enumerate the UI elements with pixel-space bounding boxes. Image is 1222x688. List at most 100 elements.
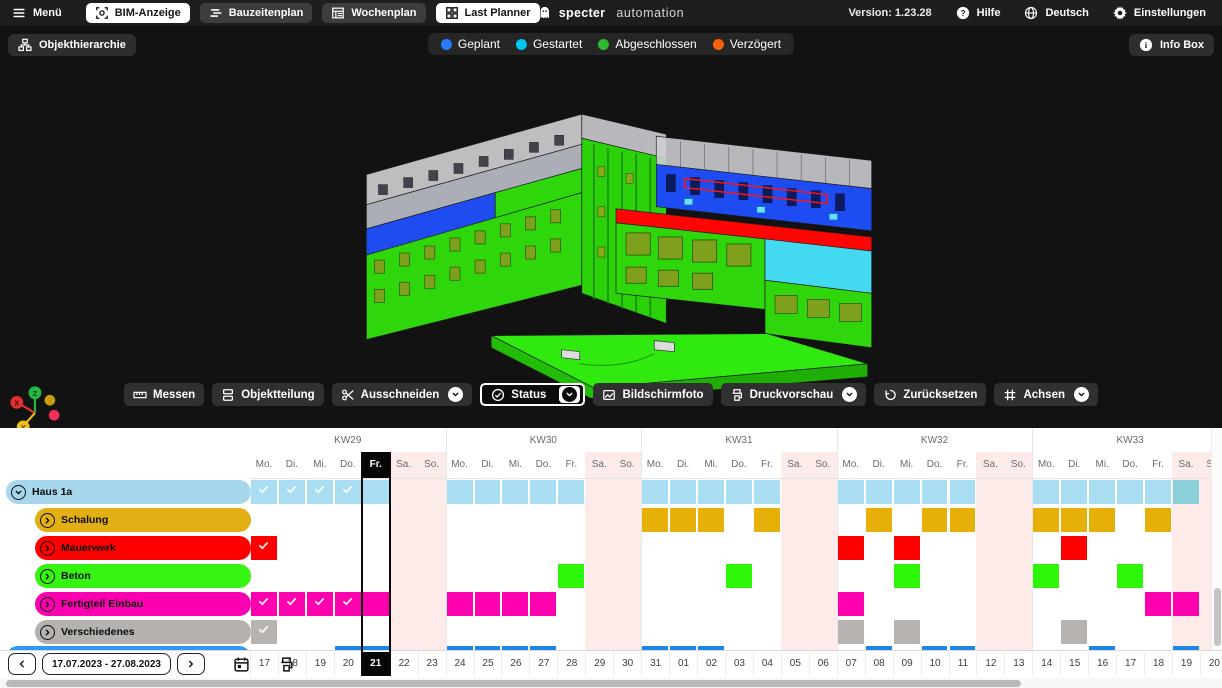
- task-row-pill-mauerwerk[interactable]: Mauerwerk: [35, 536, 251, 560]
- settings-button[interactable]: Einstellungen: [1113, 6, 1206, 20]
- gantt-cell[interactable]: [530, 480, 556, 504]
- axis-ball-z[interactable]: Z: [29, 386, 42, 399]
- gantt-cell[interactable]: [698, 508, 724, 532]
- gantt-cell[interactable]: [670, 480, 696, 504]
- gantt-cell[interactable]: [1145, 508, 1171, 532]
- gantt-cell[interactable]: [251, 480, 277, 504]
- dropdown-toggle[interactable]: [559, 386, 580, 403]
- chevron-right-icon[interactable]: [40, 625, 55, 640]
- chevron-right-icon[interactable]: [40, 541, 55, 556]
- date-range-display[interactable]: 17.07.2023 - 27.08.2023: [42, 653, 171, 675]
- task-row-pill-fertigteil-einbau[interactable]: Fertigteil Einbau: [35, 592, 251, 616]
- status-button[interactable]: Status: [480, 383, 585, 406]
- gantt-cell[interactable]: [838, 620, 864, 644]
- gantt-cell[interactable]: [363, 592, 389, 616]
- gantt-cell[interactable]: [307, 480, 333, 504]
- bim-viewer[interactable]: Objekthierarchie GeplantGestartetAbgesch…: [0, 26, 1222, 428]
- vertical-scrollbar-thumb[interactable]: [1214, 588, 1221, 646]
- task-row-pill-beton[interactable]: Beton: [35, 564, 251, 588]
- gantt-cell[interactable]: [642, 480, 668, 504]
- chevron-right-icon[interactable]: [40, 597, 55, 612]
- help-button[interactable]: ? Hilfe: [956, 6, 1001, 20]
- gantt-cell[interactable]: [475, 480, 501, 504]
- axis-ball-x[interactable]: X: [10, 396, 23, 409]
- gantt-cell[interactable]: [754, 508, 780, 532]
- gantt-cell[interactable]: [726, 564, 752, 588]
- zurucksetzen-button[interactable]: Zurücksetzen: [874, 383, 986, 406]
- building-model-canvas[interactable]: [352, 96, 876, 398]
- gantt-cell[interactable]: [894, 536, 920, 560]
- gantt-cell[interactable]: [838, 480, 864, 504]
- gantt-cell[interactable]: [866, 480, 892, 504]
- gantt-cell[interactable]: [1117, 564, 1143, 588]
- axis-ball-neg-y[interactable]: [45, 395, 56, 406]
- gantt-cell[interactable]: [950, 508, 976, 532]
- gantt-cell[interactable]: [502, 592, 528, 616]
- next-period-button[interactable]: [177, 653, 205, 675]
- chevron-right-icon[interactable]: [40, 513, 55, 528]
- gantt-cell[interactable]: [447, 480, 473, 504]
- objektteilung-button[interactable]: Objektteilung: [212, 383, 323, 406]
- gantt-cell[interactable]: [726, 480, 752, 504]
- gantt-cell[interactable]: [754, 480, 780, 504]
- gantt-cell[interactable]: [838, 536, 864, 560]
- gantt-cell[interactable]: [475, 592, 501, 616]
- messen-button[interactable]: Messen: [124, 383, 204, 406]
- ausschneiden-button[interactable]: Ausschneiden: [332, 383, 473, 406]
- gantt-cell[interactable]: [1173, 480, 1199, 504]
- gantt-cell[interactable]: [1061, 620, 1087, 644]
- gantt-cell[interactable]: [1061, 480, 1087, 504]
- gantt-cell[interactable]: [1089, 480, 1115, 504]
- task-row-pill-haus-1a[interactable]: Haus 1a: [6, 480, 251, 504]
- language-button[interactable]: Deutsch: [1024, 6, 1088, 20]
- gantt-cell[interactable]: [950, 480, 976, 504]
- menu-button[interactable]: Menü: [12, 6, 62, 20]
- gantt-cell[interactable]: [1061, 536, 1087, 560]
- gantt-cell[interactable]: [363, 480, 389, 504]
- prev-period-button[interactable]: [8, 653, 36, 675]
- gantt-cell[interactable]: [558, 480, 584, 504]
- gantt-cell[interactable]: [1033, 480, 1059, 504]
- info-box-button[interactable]: i Info Box: [1129, 34, 1214, 56]
- bildschirmfoto-button[interactable]: Bildschirmfoto: [593, 383, 712, 406]
- gantt-cell[interactable]: [335, 480, 361, 504]
- gantt-cell[interactable]: [530, 592, 556, 616]
- druckvorschau-button[interactable]: Druckvorschau: [721, 383, 867, 406]
- axis-ball-neg-x[interactable]: [49, 410, 60, 421]
- gantt-cell[interactable]: [894, 564, 920, 588]
- achsen-button[interactable]: Achsen: [994, 383, 1098, 406]
- gantt-cell[interactable]: [1145, 480, 1171, 504]
- gantt-cell[interactable]: [279, 592, 305, 616]
- gantt-cell[interactable]: [447, 592, 473, 616]
- gantt-cell[interactable]: [922, 480, 948, 504]
- gantt-cell[interactable]: [838, 592, 864, 616]
- gantt-cell[interactable]: [698, 480, 724, 504]
- tab-wochenplan[interactable]: Wochenplan: [322, 3, 425, 23]
- gantt-cell[interactable]: [251, 536, 277, 560]
- gantt-cell[interactable]: [307, 592, 333, 616]
- task-row-pill-schalung[interactable]: Schalung: [35, 508, 251, 532]
- gantt-cell[interactable]: [1145, 592, 1171, 616]
- chevron-down-icon[interactable]: [842, 387, 857, 402]
- horizontal-scrollbar-thumb[interactable]: [6, 680, 1021, 687]
- chevron-down-icon[interactable]: [11, 485, 26, 500]
- chevron-down-icon[interactable]: [448, 387, 463, 402]
- object-hierarchy-button[interactable]: Objekthierarchie: [8, 34, 136, 56]
- gantt-cell[interactable]: [335, 592, 361, 616]
- gantt-cell[interactable]: [1173, 592, 1199, 616]
- gantt-cell[interactable]: [1033, 564, 1059, 588]
- chevron-down-icon[interactable]: [1074, 387, 1089, 402]
- tab-bauzeitenplan[interactable]: Bauzeitenplan: [200, 3, 313, 23]
- gantt-cell[interactable]: [251, 592, 277, 616]
- gantt-cell[interactable]: [866, 508, 892, 532]
- gantt-cell[interactable]: [1033, 508, 1059, 532]
- tab-last-planner[interactable]: Last Planner: [436, 3, 540, 23]
- gantt-cell[interactable]: [642, 508, 668, 532]
- gantt-cell[interactable]: [251, 620, 277, 644]
- chevron-right-icon[interactable]: [40, 569, 55, 584]
- gantt-cell[interactable]: [558, 564, 584, 588]
- gantt-cell[interactable]: [670, 508, 696, 532]
- tab-bim-anzeige[interactable]: BIM-Anzeige: [86, 3, 190, 23]
- gantt-cell[interactable]: [894, 480, 920, 504]
- gantt-cell[interactable]: [502, 480, 528, 504]
